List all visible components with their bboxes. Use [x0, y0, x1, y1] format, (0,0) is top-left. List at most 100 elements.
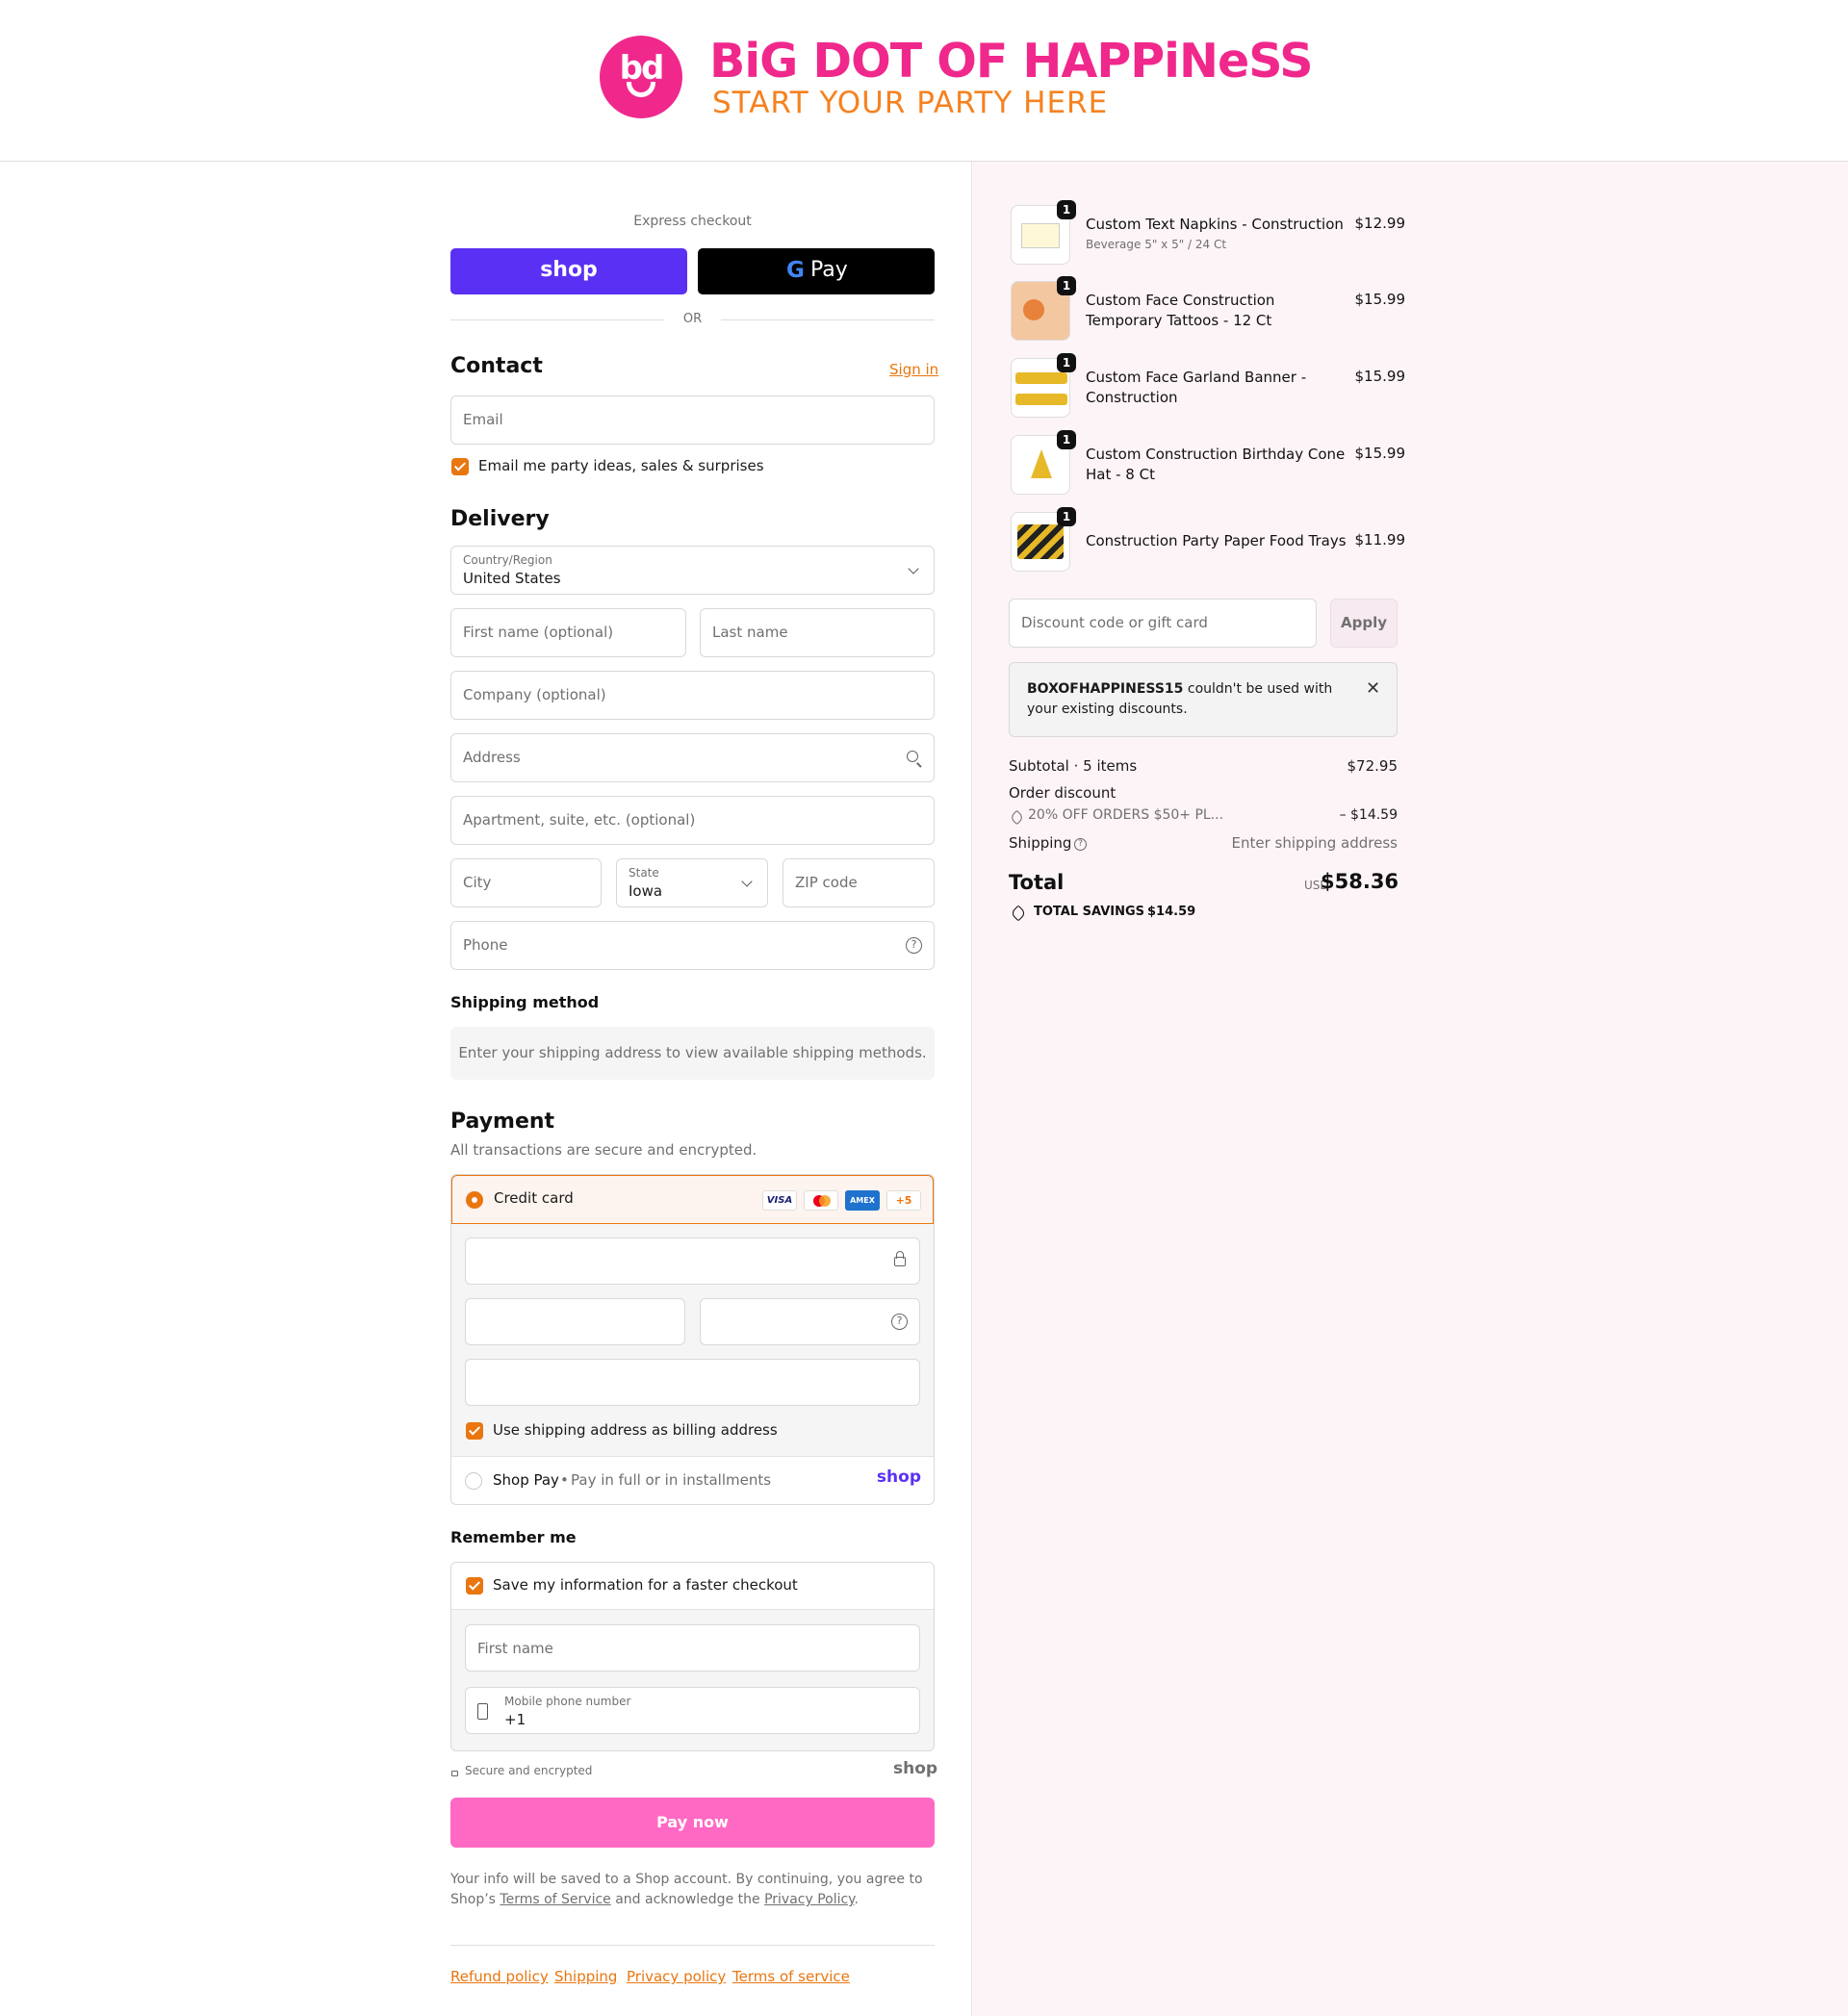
security-code-field[interactable]: ? [700, 1298, 920, 1345]
shop-privacy-link[interactable]: Privacy Policy [764, 1892, 854, 1907]
google-pay-label: Pay [810, 258, 848, 282]
shop-pay-button[interactable]: shop [450, 248, 687, 294]
mastercard-yellow [819, 1195, 831, 1207]
credit-card-option[interactable]: Credit card VISA AMEX +5 [451, 1175, 934, 1224]
total-value: $58.36 [1321, 870, 1399, 893]
item-price: $11.99 [1354, 531, 1406, 549]
last-name-field[interactable]: Last name [700, 608, 935, 657]
napkin-image [1021, 223, 1060, 248]
footer-refund-policy[interactable]: Refund policy [450, 1968, 549, 1985]
sign-in-link[interactable]: Sign in [889, 361, 938, 378]
legal-mid: and acknowledge the [610, 1892, 765, 1907]
email-field[interactable]: Email [450, 396, 935, 445]
help-icon[interactable]: ? [891, 1314, 908, 1330]
shop-pay-separator: • [560, 1471, 569, 1489]
discount-value: – $14.59 [1339, 807, 1398, 823]
remember-first-name-field[interactable]: First name [465, 1624, 920, 1671]
mobile-phone-field[interactable]: Mobile phone number +1 [465, 1687, 920, 1734]
city-field[interactable]: City [450, 858, 602, 907]
item-name: Custom Face Garland Banner - Constructio… [1086, 369, 1307, 406]
close-icon[interactable]: ✕ [1366, 678, 1380, 699]
logo-circle: bd [600, 36, 682, 118]
divider-left [450, 319, 664, 320]
item-name: Custom Face Construction Temporary Tatto… [1086, 292, 1275, 329]
legal-line1: Your info will be saved to a Shop accoun… [450, 1872, 923, 1887]
footer-terms-of-service[interactable]: Terms of service [732, 1968, 850, 1985]
marketing-checkbox[interactable] [451, 458, 469, 475]
last-name-placeholder: Last name [712, 624, 788, 641]
google-g-icon: G [786, 258, 805, 283]
visa-icon: VISA [762, 1190, 797, 1211]
quantity-badge: 1 [1057, 507, 1076, 526]
chevron-down-icon [908, 563, 919, 574]
country-select[interactable]: Country/Region United States [450, 546, 935, 595]
phone-field[interactable]: Phone ? [450, 921, 935, 970]
mobile-value: +1 [504, 1711, 526, 1728]
discount-code-field[interactable]: Discount code or gift card [1009, 599, 1317, 648]
divider-right [721, 319, 935, 320]
item-price: $12.99 [1354, 215, 1406, 232]
billing-same-checkbox[interactable] [466, 1422, 483, 1440]
quantity-badge: 1 [1057, 353, 1076, 372]
credit-card-label: Credit card [494, 1189, 574, 1207]
radio-selected[interactable] [466, 1191, 483, 1209]
brand-name: BiG DOT OF HAPPiNeSS [709, 34, 1314, 89]
discount-error-code: BOXOFHAPPINESS15 [1027, 681, 1184, 697]
apartment-field[interactable]: Apartment, suite, etc. (optional) [450, 796, 935, 845]
product-thumbnail: 1 [1011, 353, 1076, 418]
quantity-badge: 1 [1057, 276, 1076, 295]
total-savings-value: $14.59 [1147, 905, 1196, 919]
or-divider-label: OR [682, 312, 703, 326]
first-name-field[interactable]: First name (optional) [450, 608, 686, 657]
shop-logo: shop [893, 1759, 938, 1778]
shipping-value: Enter shipping address [1231, 834, 1398, 852]
mastercard-icon [804, 1190, 838, 1211]
item-name: Custom Construction Birthday Cone Hat - … [1086, 446, 1346, 483]
card-number-field[interactable] [465, 1238, 920, 1285]
discount-error-text1: couldn't be used with [1183, 681, 1333, 697]
company-field[interactable]: Company (optional) [450, 671, 935, 720]
state-select[interactable]: State Iowa [616, 858, 768, 907]
country-label: Country/Region [463, 553, 552, 567]
google-pay-button[interactable]: G Pay [698, 248, 935, 294]
footer-privacy-policy[interactable]: Privacy policy [627, 1968, 726, 1985]
discount-error-message: BOXOFHAPPINESS15 couldn't be used with yo… [1027, 679, 1332, 720]
radio-unselected[interactable] [465, 1472, 482, 1490]
order-summary: 1 Custom Text Napkins - Construction Bev… [971, 162, 1848, 2016]
banner-image-top [1015, 372, 1067, 384]
shop-terms-link[interactable]: Terms of Service [500, 1892, 610, 1907]
shipping-method-notice: Enter your shipping address to view avai… [450, 1027, 935, 1080]
subtotal-value: $72.95 [1347, 757, 1399, 775]
name-on-card-field[interactable] [465, 1359, 920, 1406]
help-icon[interactable]: ? [906, 937, 922, 954]
shop-pay-description: Pay in full or in installments [571, 1471, 772, 1489]
country-value: United States [463, 570, 561, 587]
savings-tag-icon [1010, 905, 1027, 922]
site-header: bd BiG DOT OF HAPPiNeSS START YOUR PARTY… [0, 0, 1848, 162]
legal-text: Your info will be saved to a Shop accoun… [450, 1870, 935, 1910]
item-name: Construction Party Paper Food Trays [1086, 532, 1347, 549]
legal-prefix: Shop’s [450, 1892, 500, 1907]
save-info-checkbox[interactable] [466, 1577, 483, 1595]
zip-field[interactable]: ZIP code [783, 858, 935, 907]
secure-label: Secure and encrypted [465, 1764, 593, 1777]
expiry-field[interactable] [465, 1298, 685, 1345]
address-field[interactable]: Address [450, 733, 935, 782]
payment-title: Payment [450, 1110, 555, 1134]
apply-button[interactable]: Apply [1330, 599, 1398, 648]
lock-icon [451, 1771, 458, 1776]
help-icon[interactable]: ? [1074, 838, 1087, 851]
pay-now-button[interactable]: Pay now [450, 1798, 935, 1848]
footer-shipping[interactable]: Shipping [554, 1968, 617, 1985]
discount-placeholder: Discount code or gift card [1021, 614, 1208, 631]
product-thumbnail: 1 [1011, 430, 1076, 495]
banner-image-bottom [1015, 394, 1067, 405]
remember-me-title: Remember me [450, 1528, 577, 1546]
shop-pay-label: Shop Pay [493, 1471, 559, 1489]
mobile-label: Mobile phone number [504, 1695, 631, 1708]
first-name-placeholder: First name (optional) [463, 624, 614, 641]
brand-logo[interactable]: bd BiG DOT OF HAPPiNeSS START YOUR PARTY… [600, 34, 1314, 127]
shop-pay-option[interactable]: Shop Pay • Pay in full or in installment… [450, 1456, 935, 1505]
save-info-row[interactable]: Save my information for a faster checkou… [451, 1563, 934, 1610]
discount-error-text2: your existing discounts. [1027, 702, 1188, 717]
